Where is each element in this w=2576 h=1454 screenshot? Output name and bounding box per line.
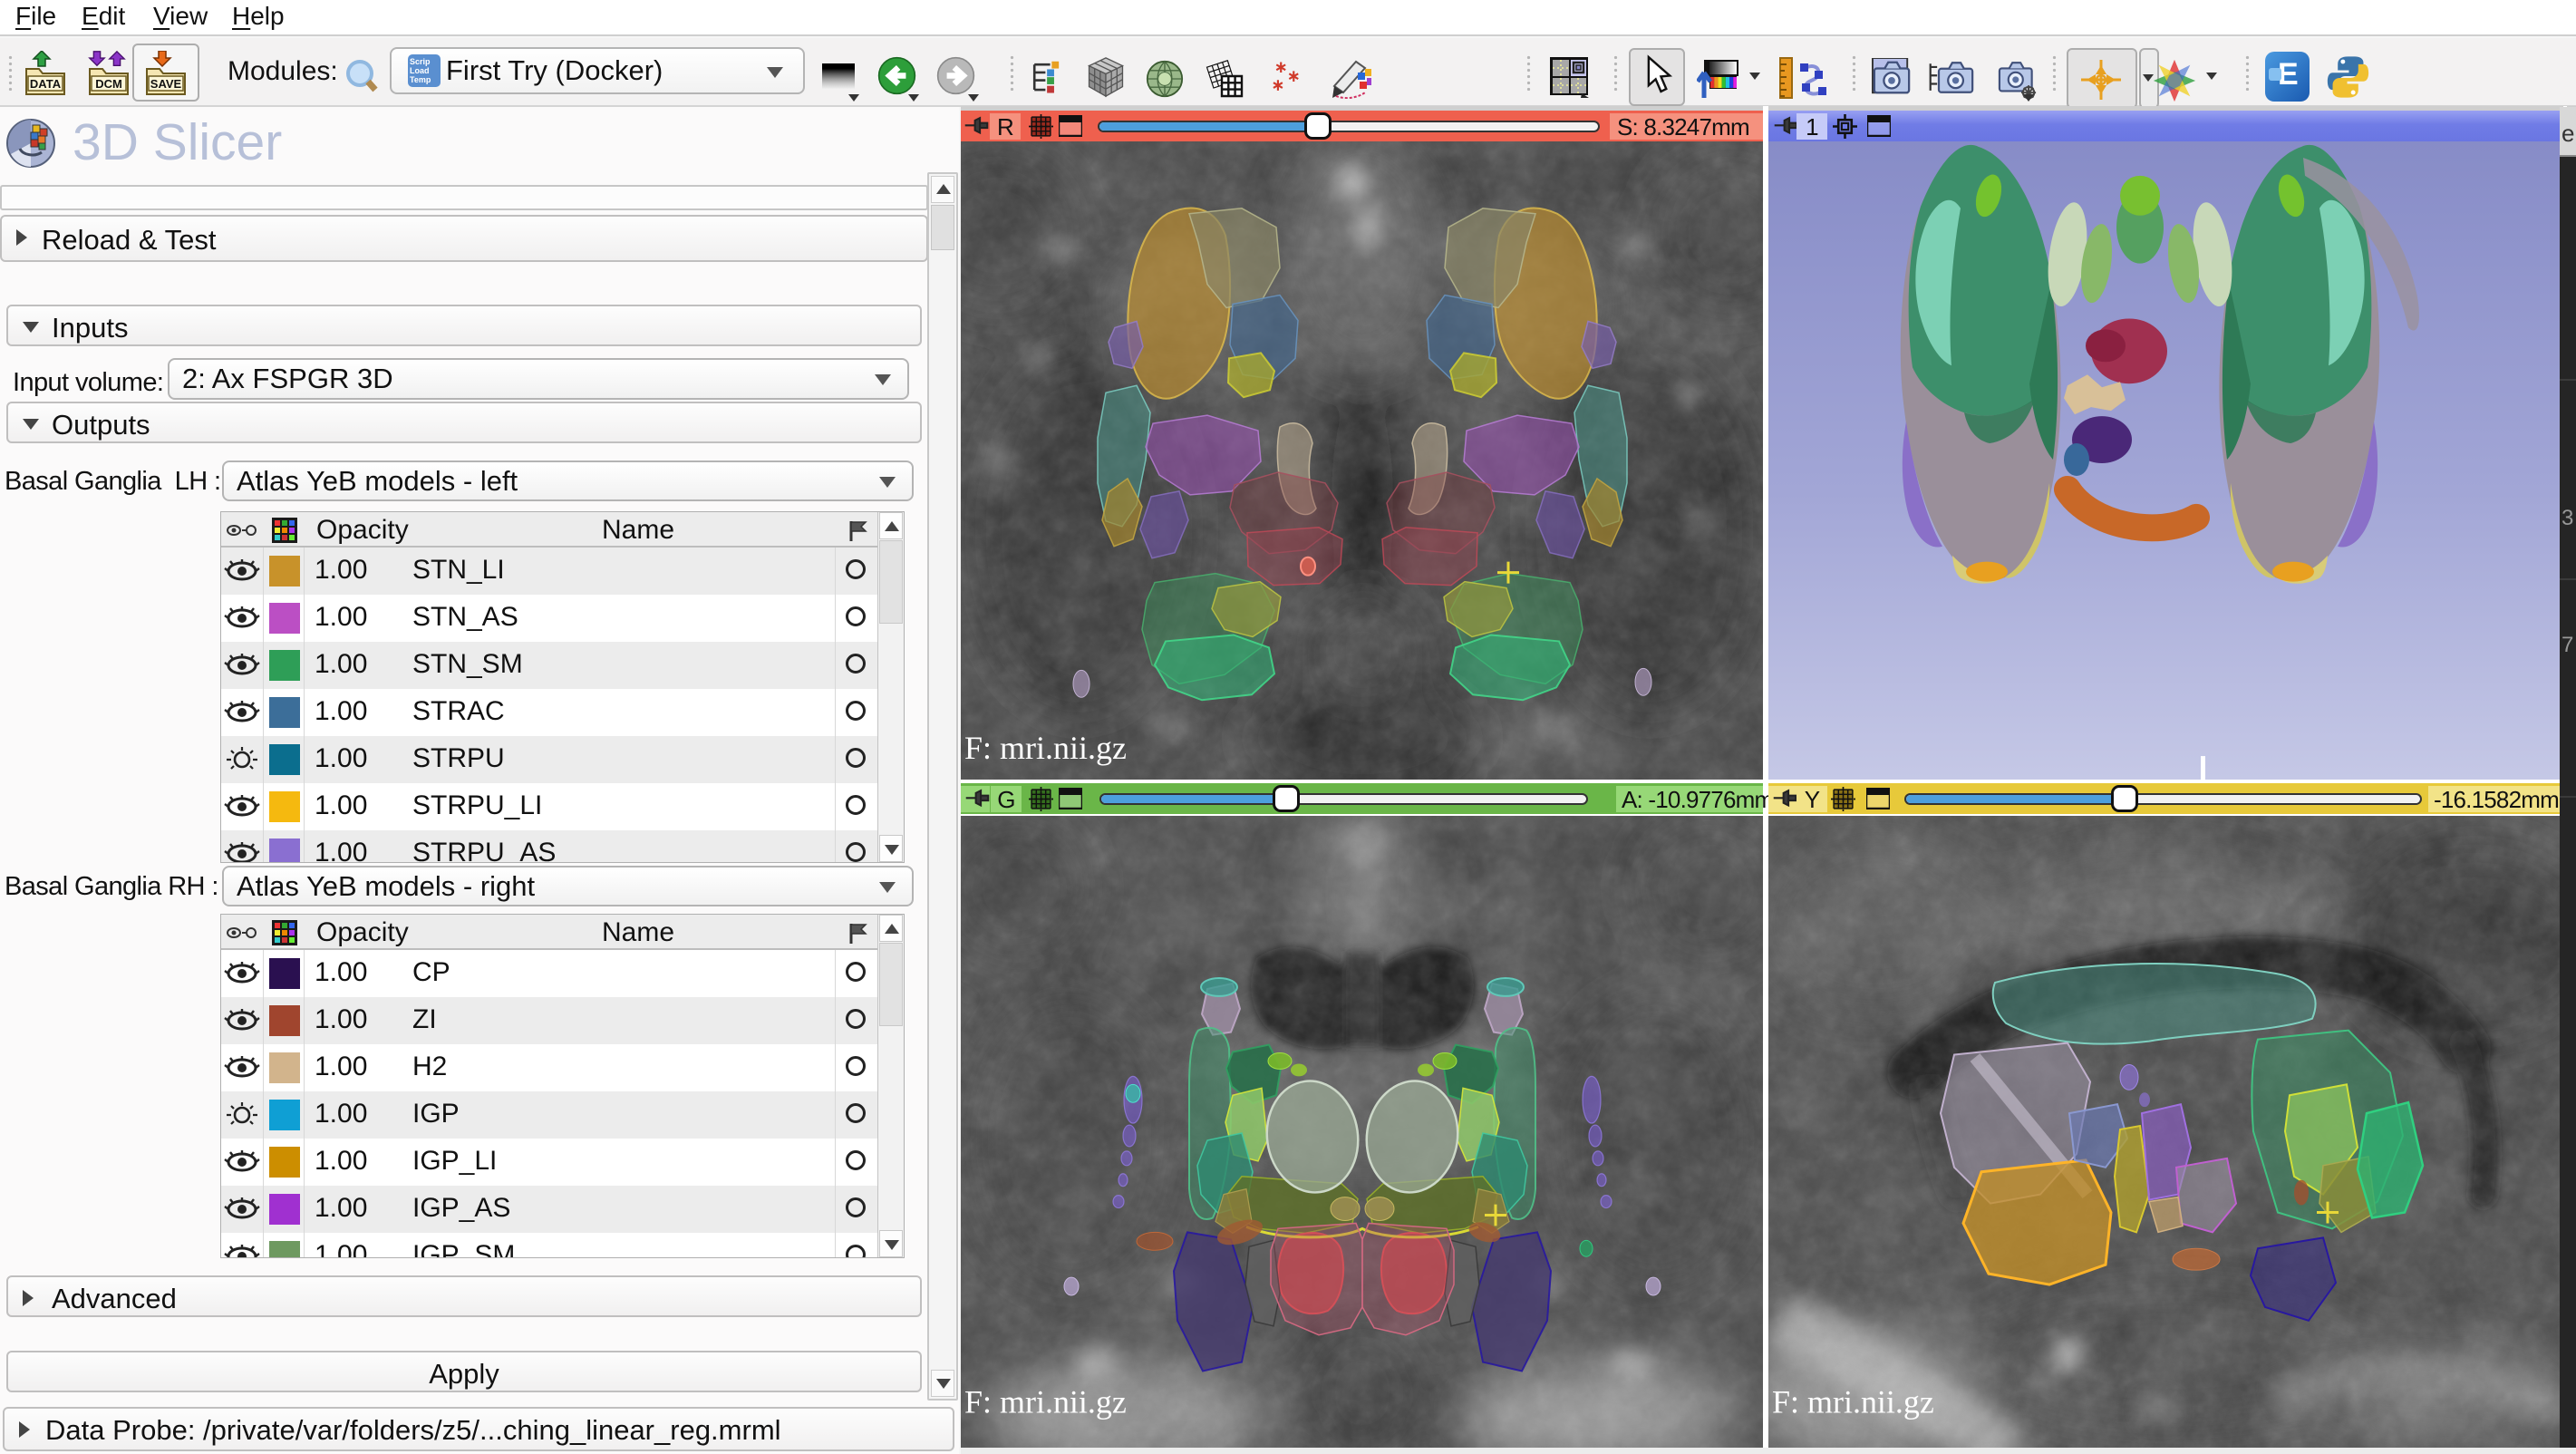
svg-text:SAVE: SAVE xyxy=(150,77,182,91)
svg-text:F: mri.nii.gz: F: mri.nii.gz xyxy=(1772,1383,1934,1420)
svg-text:DATA: DATA xyxy=(30,77,62,91)
svg-text:F: mri.nii.gz: F: mri.nii.gz xyxy=(964,730,1127,766)
svg-text:DCM: DCM xyxy=(95,77,122,91)
svg-text:F: mri.nii.gz: F: mri.nii.gz xyxy=(964,1383,1127,1420)
